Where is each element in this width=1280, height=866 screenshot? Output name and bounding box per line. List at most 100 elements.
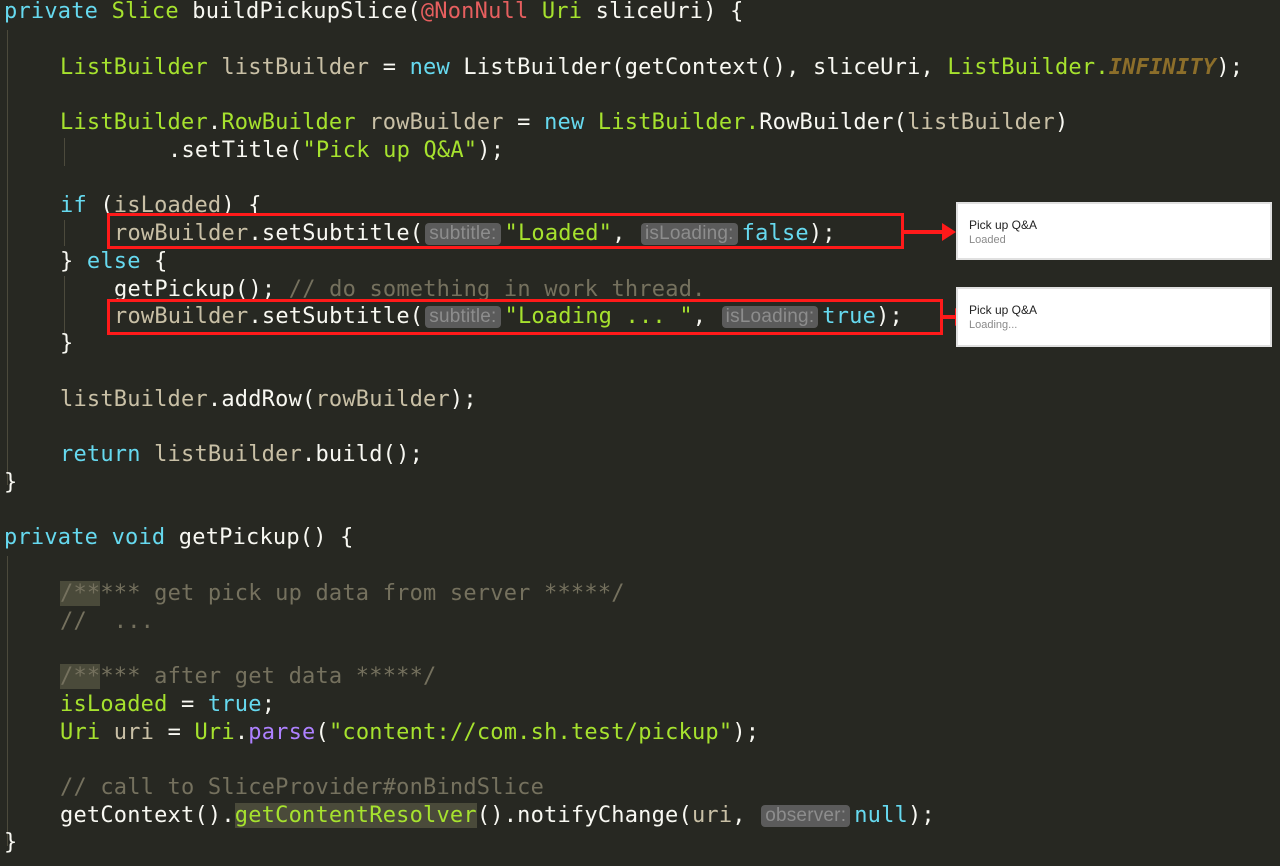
comment-highlight: /** (60, 581, 101, 606)
preview-subtitle: Loading... (969, 319, 1018, 331)
highlight-box-loading (107, 299, 943, 335)
code-line-comment: /***** get pick up data from server ****… (60, 580, 625, 608)
variable: listBuilder (60, 387, 208, 412)
punct: ( (315, 720, 329, 745)
code-line-settitle: .setTitle("Pick up Q&A"); (168, 137, 504, 165)
variable: rowBuilder (315, 387, 450, 412)
method-call: ().notifyChange( (476, 803, 692, 828)
indent-guide (7, 556, 8, 846)
keyword: void (111, 525, 166, 550)
highlight-box-loaded (107, 213, 904, 249)
punct: . (207, 110, 222, 135)
keyword: private (4, 525, 99, 550)
code-line-method-signature: private void getPickup() { (4, 524, 354, 552)
method-name: buildPickupSlice( (192, 0, 421, 24)
code-line-assign: isLoaded = true; (60, 691, 275, 719)
param-hint: observer: (761, 805, 851, 827)
variable: listBuilder (207, 55, 370, 80)
comment: *** after get data *****/ (100, 664, 437, 689)
punct: ); (477, 138, 505, 163)
indent-guide (7, 30, 8, 485)
variable: isLoaded (60, 692, 168, 717)
method-call: .setTitle( (168, 138, 303, 163)
arrow-line (943, 315, 955, 319)
comment: // call to SliceProvider#onBindSlice (60, 775, 545, 800)
code-line-close-brace: } (4, 469, 17, 497)
arrow-line (904, 230, 944, 234)
operator: = (167, 692, 208, 717)
comment: *** get pick up data from server *****/ (100, 581, 625, 606)
code-line-comment: // ... (60, 608, 154, 636)
code-line-close-brace: } (4, 829, 17, 857)
indent-guide (64, 220, 65, 246)
arrow-head-icon (942, 223, 956, 241)
code-line-listbuilder: ListBuilder listBuilder = new ListBuilde… (60, 54, 1243, 82)
punct: ); (732, 720, 760, 745)
indent-guide (64, 138, 65, 166)
method-name: getPickup() { (165, 525, 354, 550)
string-literal: "content://com.sh.test/pickup" (328, 720, 733, 745)
keyword: else (86, 249, 141, 274)
punct: } (60, 331, 74, 356)
type-name: Uri (194, 720, 235, 745)
code-editor[interactable]: private Slice buildPickupSlice(@NonNull … (0, 0, 1280, 866)
constructor-call: ListBuilder(getContext(), sliceUri, (449, 55, 948, 80)
operator: = (154, 720, 195, 745)
annotation: @NonNull (420, 0, 529, 24)
preview-title: Pick up Q&A (969, 218, 1038, 232)
code-line-method-signature: private Slice buildPickupSlice(@NonNull … (4, 0, 744, 26)
code-line-rowbuilder: ListBuilder.RowBuilder rowBuilder = new … (60, 109, 1068, 137)
variable: listBuilder (907, 110, 1056, 135)
indent-guide (64, 276, 65, 336)
slice-preview-loaded: Pick up Q&A Loaded (956, 202, 1272, 260)
keyword: private (4, 0, 99, 24)
preview-subtitle: Loaded (969, 234, 1006, 246)
keyword: new (544, 110, 585, 135)
type-name: ListBuilder (60, 110, 208, 135)
punct: } (4, 830, 18, 855)
type-name: ListBuilder. (947, 55, 1109, 80)
punct: ); (907, 803, 935, 828)
type-name: Uri (60, 720, 101, 745)
type-name: Uri (541, 0, 583, 24)
keyword: null (854, 803, 908, 828)
punct: ); (449, 387, 477, 412)
code-line-close-brace: } (60, 330, 73, 358)
keyword: true (207, 692, 262, 717)
punct: ; (261, 692, 276, 717)
code-line-notify: getContext().getContentResolver().notify… (60, 802, 935, 830)
preview-title: Pick up Q&A (969, 303, 1038, 317)
operator: = (503, 110, 545, 135)
method-call: getContext(). (60, 803, 235, 828)
type-name: ListBuilder. (584, 110, 760, 135)
constant: INFINITY (1108, 55, 1217, 80)
type-name: ListBuilder (60, 55, 208, 80)
comment-highlight: /** (60, 664, 101, 689)
code-line-return: return listBuilder.build(); (60, 441, 423, 469)
code-line-comment: // call to SliceProvider#onBindSlice (60, 774, 544, 802)
keyword: if (60, 193, 87, 218)
punct: . (234, 720, 249, 745)
string-literal: "Pick up Q&A" (302, 138, 478, 163)
variable: listBuilder (140, 442, 303, 467)
code-line-comment: /***** after get data *****/ (60, 663, 436, 691)
punct: } (60, 249, 87, 274)
variable: rowBuilder (355, 110, 504, 135)
operator: = (369, 55, 410, 80)
variable: uri (100, 720, 155, 745)
type-name: Slice (111, 0, 179, 24)
method-call: .build(); (302, 442, 424, 467)
punct: { (140, 249, 168, 274)
keyword: new (409, 55, 450, 80)
slice-preview-loading: Pick up Q&A Loading... (956, 287, 1272, 347)
type-name: RowBuilder (221, 110, 356, 135)
punct: } (4, 470, 18, 495)
param-text: sliceUri) { (582, 0, 744, 24)
code-line-else: } else { (60, 248, 168, 276)
method-call: .addRow( (207, 387, 316, 412)
code-line-addrow: listBuilder.addRow(rowBuilder); (60, 386, 477, 414)
method-call-highlight: getContentResolver (234, 803, 477, 828)
punct: , (732, 803, 746, 828)
comment: // ... (60, 609, 155, 634)
constructor-call: RowBuilder( (759, 110, 908, 135)
